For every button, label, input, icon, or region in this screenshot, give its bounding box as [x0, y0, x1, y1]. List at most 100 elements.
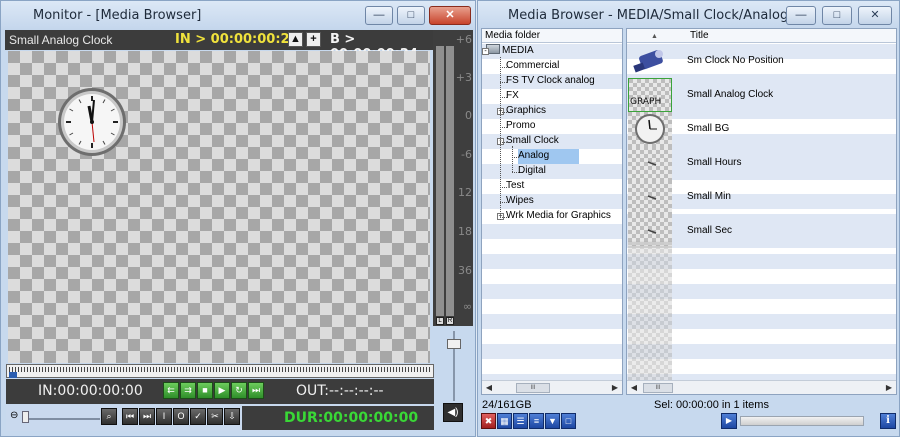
scroll-left-icon[interactable]: ◀ [483, 382, 495, 394]
zoom-in-icon[interactable]: ⌕ [101, 408, 117, 425]
tree-item-label: Analog [518, 150, 550, 161]
zoom-slider-knob[interactable] [22, 411, 29, 423]
tree-item[interactable]: Test [506, 179, 524, 194]
tree-connector [500, 217, 507, 218]
info-icon[interactable]: i [880, 413, 896, 429]
zoom-out-icon[interactable]: ⊖ [10, 410, 18, 421]
tree-item[interactable]: Wrk Media for Graphics [506, 209, 611, 224]
play-icon[interactable]: ▶ [721, 413, 737, 429]
tree-item[interactable]: Wipes [506, 194, 534, 209]
timeline-ticks [9, 367, 431, 372]
list-horizontal-scrollbar[interactable]: ◀ III ▶ [627, 380, 896, 394]
tree-item[interactable]: Promo [506, 119, 535, 134]
maximize-button[interactable]: □ [397, 6, 425, 25]
graph-thumb-label: GRAPH [630, 97, 662, 107]
camera-icon [628, 44, 672, 78]
vu-channel-left: L [436, 317, 444, 325]
list-item-title: Small Min [687, 191, 731, 202]
thumbnail-column [628, 241, 672, 382]
stop-button[interactable]: ■ [197, 382, 213, 399]
list-item[interactable]: GRAPH Small Analog Clock [627, 78, 896, 112]
minimize-button[interactable]: — [365, 6, 393, 25]
close-button[interactable]: ✕ [429, 6, 471, 25]
tree-header: Media folder [482, 29, 622, 43]
speaker-icon[interactable]: ◀) [443, 403, 463, 422]
cut-button[interactable]: ✂ [207, 408, 223, 425]
tree-item[interactable]: Small Clock [506, 134, 559, 149]
tree-item-label: Wipes [506, 195, 534, 206]
selection-status: Sel: 00:00:00 in 1 items [654, 399, 769, 411]
tree-item[interactable]: MEDIA [486, 44, 534, 59]
edit-tools: ⌕ ⏮ ⏭ I O ✓ ✂ ⇩ [101, 408, 240, 425]
list-item[interactable]: Small Min [627, 180, 896, 214]
go-to-start-button[interactable]: ⏮ [122, 408, 138, 425]
loop-button[interactable]: ↻ [231, 382, 247, 399]
mark-in-button[interactable]: I [156, 408, 172, 425]
timeline-scrubber[interactable] [6, 364, 434, 378]
volume-slider-knob[interactable] [447, 339, 461, 349]
tree-connector [500, 202, 507, 203]
in-point-label[interactable]: IN:00:00:00:00 [38, 383, 143, 399]
tree-item-label: FX [506, 90, 519, 101]
monitor-titlebar[interactable]: Monitor - [Media Browser] — □ ✕ [1, 1, 475, 30]
tree-horizontal-scrollbar[interactable]: ◀ III ▶ [482, 380, 622, 394]
tree-connector [500, 67, 507, 68]
maximize-button[interactable]: □ [822, 6, 852, 25]
zoom-slider[interactable]: ⊖ [10, 410, 100, 424]
vu-scale-label: +6 [455, 33, 472, 46]
analog-clock-graphic [58, 88, 126, 156]
tree-connector [500, 142, 507, 143]
column-title-header[interactable]: Title [690, 29, 709, 42]
mark-out-button[interactable]: O [173, 408, 189, 425]
tree-item-label: Promo [506, 120, 536, 131]
play-button[interactable]: ▶ [214, 382, 230, 399]
media-browser-titlebar[interactable]: Media Browser - MEDIA/Small Clock/Analog… [478, 1, 899, 30]
insert-button[interactable]: ⇩ [224, 408, 240, 425]
list-item[interactable]: Sm Clock No Position [627, 44, 896, 78]
scroll-left-icon[interactable]: ◀ [628, 382, 640, 394]
add-icon[interactable]: + [306, 32, 321, 47]
folder-icon[interactable]: □ [561, 413, 576, 429]
list-view-icon[interactable]: ☰ [513, 413, 528, 429]
volume-slider[interactable] [444, 331, 464, 401]
tree-connector [500, 187, 507, 188]
clip-name: Small Analog Clock [9, 33, 113, 47]
tree-item[interactable]: Graphics [506, 104, 546, 119]
dropdown-icon[interactable]: ▼ [545, 413, 560, 429]
rewind-button[interactable]: ⇇ [163, 382, 179, 399]
details-view-icon[interactable]: ≡ [529, 413, 544, 429]
tree-connector [512, 172, 519, 173]
tree-connector [512, 157, 519, 158]
go-to-end-button[interactable]: ⏭ [139, 408, 155, 425]
list-item[interactable]: Small Hours [627, 146, 896, 180]
media-item-list: ▲ Title Sm Clock No Position GRAPH Small A… [626, 28, 897, 395]
scroll-right-icon[interactable]: ▶ [609, 382, 621, 394]
tree-item[interactable]: FS TV Clock analog [506, 74, 595, 89]
out-point-label[interactable]: OUT:--:--:--:-- [296, 383, 384, 399]
close-button[interactable]: ✕ [858, 6, 892, 25]
fast-forward-button[interactable]: ⇉ [180, 382, 196, 399]
transport-controls: ⇇ ⇉ ■ ▶ ↻ ⏭ [163, 382, 264, 400]
delete-icon[interactable]: ✖ [481, 413, 496, 429]
preview-canvas[interactable] [8, 51, 430, 363]
playhead-marker[interactable] [9, 372, 17, 378]
vu-channel-right: R [446, 317, 454, 325]
scroll-thumb[interactable]: III [643, 383, 673, 393]
tree-item-label: FS TV Clock analog [506, 75, 595, 86]
scroll-thumb[interactable]: III [516, 383, 550, 393]
monitor-toolbar: ⊖ ⌕ ⏮ ⏭ I O ✓ ✂ ⇩ DUR:00:00:00:00 [6, 405, 434, 431]
minimize-button[interactable]: — [786, 6, 816, 25]
vu-scale-label: -6 [461, 148, 472, 161]
tree-item[interactable]: FX [506, 89, 519, 104]
apply-button[interactable]: ✓ [190, 408, 206, 425]
tree-item[interactable]: Commercial [506, 59, 559, 74]
scroll-right-icon[interactable]: ▶ [883, 382, 895, 394]
list-item[interactable]: Small BG [627, 112, 896, 146]
next-button[interactable]: ⏭ [248, 382, 264, 399]
snapshot-icon[interactable]: ▲ [288, 32, 303, 47]
list-header[interactable]: ▲ Title [627, 29, 896, 43]
tree-item[interactable]: Analog [518, 149, 580, 164]
grid-view-icon[interactable]: ▦ [497, 413, 512, 429]
tree-item[interactable]: Digital [518, 164, 546, 179]
collapse-icon[interactable]: - [482, 48, 489, 55]
